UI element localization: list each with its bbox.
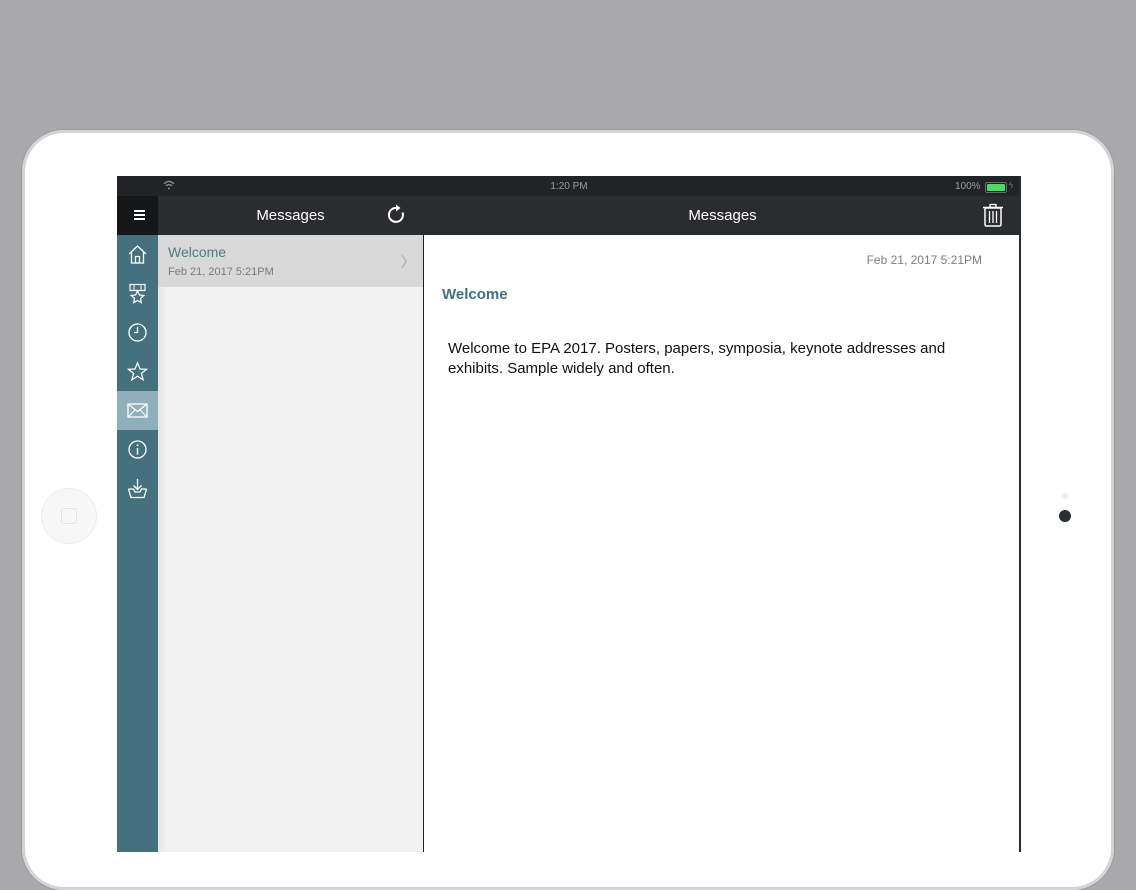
detail-title: Welcome <box>442 286 508 303</box>
sidebar <box>117 235 159 852</box>
sidebar-item-downloads[interactable] <box>117 469 158 508</box>
mail-icon <box>127 403 148 418</box>
list-item[interactable]: Welcome Feb 21, 2017 5:21PM 〉 <box>158 235 423 287</box>
message-date: Feb 21, 2017 5:21PM <box>168 266 274 278</box>
screen-edge <box>1019 176 1021 852</box>
home-button[interactable] <box>42 489 96 543</box>
sidebar-item-favorites[interactable] <box>117 352 158 391</box>
trash-icon[interactable] <box>982 203 1004 227</box>
sidebar-item-home[interactable] <box>117 235 158 274</box>
refresh-icon[interactable] <box>387 204 407 226</box>
info-icon <box>128 440 147 459</box>
app-screen: 1:20 PM 100% ϟ Messages Messages Welcome… <box>117 176 1021 852</box>
home-icon <box>128 245 147 264</box>
detail-date: Feb 21, 2017 5:21PM <box>866 253 982 267</box>
detail-title-bar: Messages <box>688 207 757 224</box>
message-list: Welcome Feb 21, 2017 5:21PM 〉 <box>158 235 424 852</box>
clock-icon <box>128 323 147 342</box>
chevron-right-icon: 〉 <box>401 254 415 270</box>
sidebar-item-messages[interactable] <box>117 391 158 430</box>
camera-dot <box>1059 510 1071 522</box>
charging-icon: ϟ <box>1009 181 1014 190</box>
award-icon <box>129 283 146 304</box>
navigation-bar: Messages Messages <box>117 196 1021 235</box>
sensor-dot <box>1062 493 1068 499</box>
battery-icon <box>985 182 1007 193</box>
menu-button[interactable] <box>117 196 158 235</box>
sidebar-item-sponsors[interactable] <box>117 274 158 313</box>
list-title: Messages <box>256 207 325 224</box>
sidebar-item-schedule[interactable] <box>117 313 158 352</box>
status-bar: 1:20 PM 100% ϟ <box>117 176 1021 196</box>
detail-body: Welcome to EPA 2017. Posters, papers, sy… <box>448 340 946 377</box>
message-title: Welcome <box>168 244 227 260</box>
battery-percent: 100% <box>955 181 981 192</box>
message-detail: Feb 21, 2017 5:21PM Welcome Welcome to E… <box>424 235 1021 852</box>
download-tray-icon <box>127 479 148 499</box>
star-icon <box>127 361 148 382</box>
hamburger-icon <box>134 210 145 221</box>
sidebar-item-info[interactable] <box>117 430 158 469</box>
status-time: 1:20 PM <box>550 181 588 192</box>
